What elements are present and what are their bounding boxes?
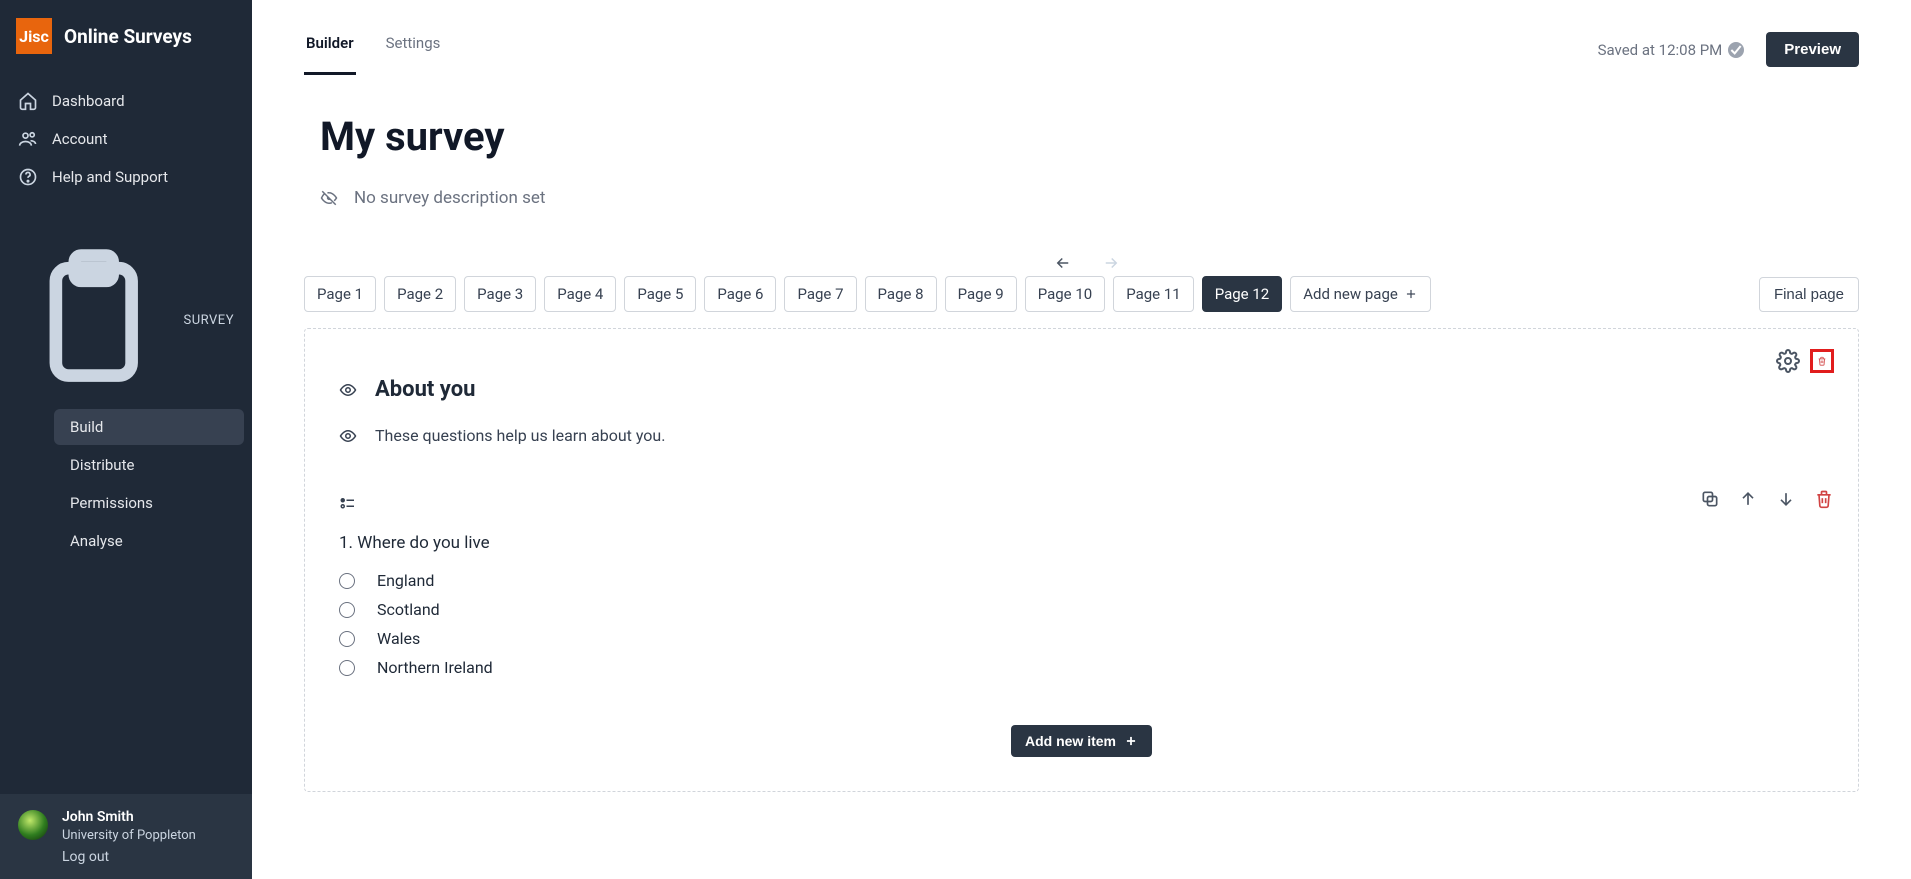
page-tab[interactable]: Page 6 [704, 276, 776, 312]
section-title: About you [375, 377, 475, 402]
section-title-row[interactable]: About you [339, 377, 1824, 402]
brand-logo: Jisc [16, 18, 52, 54]
topbar-right: Saved at 12:08 PM Preview [1598, 32, 1859, 67]
subnav-build[interactable]: Build [54, 409, 244, 445]
arrow-up-icon[interactable] [1738, 489, 1758, 509]
page-tab[interactable]: Page 3 [464, 276, 536, 312]
page-tab[interactable]: Page 7 [784, 276, 856, 312]
page-tab[interactable]: Page 12 [1202, 276, 1283, 312]
plus-icon [1404, 287, 1418, 301]
survey-description-row[interactable]: No survey description set [320, 188, 1859, 208]
subnav-permissions[interactable]: Permissions [54, 485, 244, 521]
eye-icon [339, 381, 357, 399]
home-icon [18, 91, 38, 111]
page-tabs-row: Page 1Page 2Page 3Page 4Page 5Page 6Page… [304, 276, 1859, 312]
radio-icon [339, 602, 355, 618]
gear-icon[interactable] [1776, 349, 1800, 373]
help-icon [18, 167, 38, 187]
page-nav-arrows [1054, 254, 1859, 272]
page-tab[interactable]: Page 4 [544, 276, 616, 312]
page-card: About you These questions help us learn … [304, 328, 1859, 792]
question-option[interactable]: Northern Ireland [339, 658, 1824, 677]
brand-name: Online Surveys [64, 25, 192, 48]
sidebar-footer: John Smith University of Poppleton Log o… [0, 794, 252, 879]
question-block[interactable]: 1. Where do you live England Scotland Wale… [339, 495, 1824, 677]
tab-settings[interactable]: Settings [384, 24, 443, 75]
page-tab[interactable]: Page 1 [304, 276, 376, 312]
survey-description: No survey description set [354, 188, 545, 208]
avatar[interactable] [18, 810, 48, 840]
question-type-row [339, 495, 1824, 513]
section-desc-row[interactable]: These questions help us learn about you. [339, 426, 1824, 445]
page-tab[interactable]: Page 11 [1113, 276, 1194, 312]
saved-status: Saved at 12:08 PM [1598, 41, 1745, 59]
survey-title[interactable]: My survey [320, 113, 1859, 160]
add-item-button[interactable]: Add new item [1011, 725, 1152, 757]
page-actions [1776, 349, 1834, 373]
page-tab[interactable]: Page 9 [945, 276, 1017, 312]
nav-help[interactable]: Help and Support [0, 158, 252, 196]
arrow-left-icon[interactable] [1054, 254, 1072, 272]
question-text: 1. Where do you live [339, 533, 1824, 553]
page-tab[interactable]: Page 2 [384, 276, 456, 312]
sidebar: Jisc Online Surveys Dashboard Account He… [0, 0, 252, 879]
nav-help-label: Help and Support [52, 168, 168, 186]
question-options: England Scotland Wales Northern Ireland [339, 571, 1824, 677]
radio-icon [339, 631, 355, 647]
radio-icon [339, 573, 355, 589]
section-desc: These questions help us learn about you. [375, 426, 665, 445]
option-label: Wales [377, 629, 420, 648]
question-option[interactable]: Scotland [339, 600, 1824, 619]
add-page-button[interactable]: Add new page [1290, 276, 1431, 312]
page-tab[interactable]: Page 10 [1025, 276, 1106, 312]
option-label: England [377, 571, 434, 590]
preview-button[interactable]: Preview [1766, 32, 1859, 67]
nav-dashboard-label: Dashboard [52, 92, 125, 110]
subnav-distribute[interactable]: Distribute [54, 447, 244, 483]
question-actions [1700, 489, 1834, 509]
clipboard-icon [18, 243, 169, 398]
option-label: Northern Ireland [377, 658, 493, 677]
user-name: John Smith [62, 808, 196, 827]
main: Builder Settings Saved at 12:08 PM Previ… [252, 0, 1911, 879]
saved-status-text: Saved at 12:08 PM [1598, 41, 1723, 59]
plus-icon [1124, 734, 1138, 748]
survey-subnav: Build Distribute Permissions Analyse [0, 409, 252, 559]
question-option[interactable]: England [339, 571, 1824, 590]
nav-dashboard[interactable]: Dashboard [0, 82, 252, 120]
radio-list-icon [339, 495, 357, 513]
option-label: Scotland [377, 600, 440, 619]
eye-icon [339, 427, 357, 445]
topbar: Builder Settings Saved at 12:08 PM Previ… [304, 24, 1859, 75]
check-icon [1728, 42, 1744, 58]
final-page-button[interactable]: Final page [1759, 277, 1859, 312]
users-icon [18, 129, 38, 149]
trash-icon [1817, 351, 1827, 371]
page-tabs: Page 1Page 2Page 3Page 4Page 5Page 6Page… [304, 276, 1431, 312]
add-page-label: Add new page [1303, 285, 1398, 303]
radio-icon [339, 660, 355, 676]
subnav-analyse[interactable]: Analyse [54, 523, 244, 559]
tab-builder[interactable]: Builder [304, 24, 356, 75]
arrow-down-icon[interactable] [1776, 489, 1796, 509]
user-block: John Smith University of Poppleton Log o… [62, 808, 196, 867]
nav-survey-heading-label: SURVEY [183, 313, 234, 328]
nav-account-label: Account [52, 130, 108, 148]
delete-question-button[interactable] [1814, 489, 1834, 509]
primary-tabs: Builder Settings [304, 24, 442, 75]
nav-survey-heading: SURVEY [0, 234, 252, 407]
delete-page-button[interactable] [1810, 349, 1834, 373]
arrow-right-icon [1102, 254, 1120, 272]
brand: Jisc Online Surveys [0, 0, 252, 76]
eye-off-icon [320, 189, 338, 207]
user-institution: University of Poppleton [62, 827, 196, 845]
logout-link[interactable]: Log out [62, 848, 196, 867]
page-tab[interactable]: Page 5 [624, 276, 696, 312]
primary-nav: Dashboard Account Help and Support SURVE… [0, 76, 252, 567]
nav-account[interactable]: Account [0, 120, 252, 158]
page-tab[interactable]: Page 8 [865, 276, 937, 312]
copy-icon[interactable] [1700, 489, 1720, 509]
add-item-label: Add new item [1025, 733, 1116, 749]
question-option[interactable]: Wales [339, 629, 1824, 648]
